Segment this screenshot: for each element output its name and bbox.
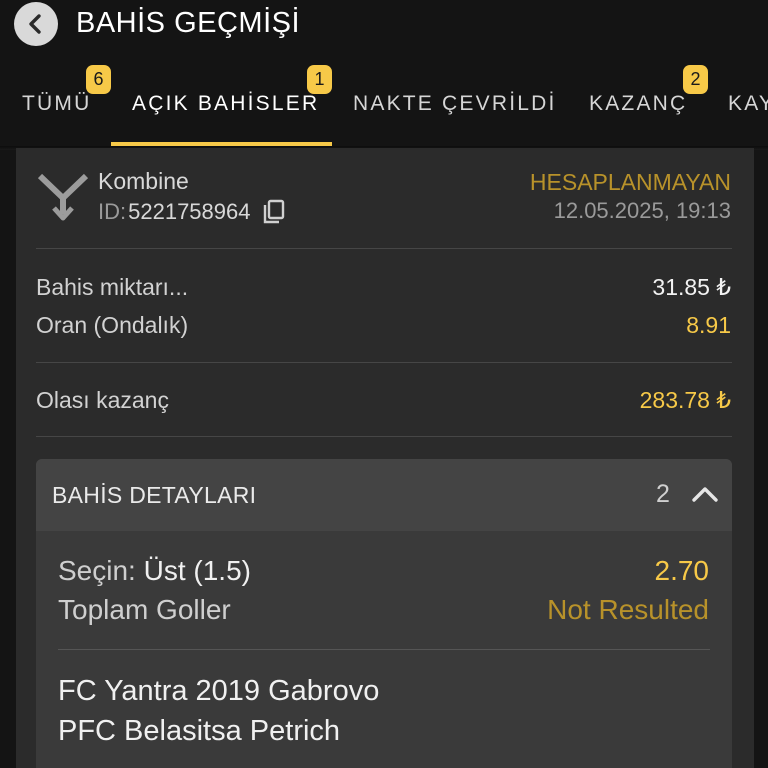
- back-button[interactable]: [14, 2, 58, 46]
- selection-result: Not Resulted: [547, 594, 709, 625]
- selection-row: Seçin: Üst (1.5): [58, 554, 251, 588]
- bet-id: 5221758964: [128, 199, 251, 224]
- tab-open-bets[interactable]: AÇIK BAHİSLER: [132, 90, 319, 118]
- divider: [36, 362, 732, 363]
- away-team: PFC Belasitsa Petrich: [58, 715, 341, 747]
- potential-win-value: 283.78 ₺: [639, 387, 731, 413]
- tab-label: KAZANÇ: [589, 92, 688, 115]
- divider: [36, 436, 732, 437]
- tab-label: KAY: [728, 92, 768, 115]
- tab-cashed-out[interactable]: NAKTE ÇEVRİLDİ: [353, 90, 557, 118]
- divider: [36, 248, 732, 249]
- potential-win-label: Olası kazanç: [36, 387, 169, 413]
- chevron-left-icon: [29, 14, 41, 34]
- app-header: BAHİS GEÇMİŞİ: [0, 0, 768, 46]
- bet-id-row: ID: 5221758964: [98, 198, 286, 226]
- bet-status: HESAPLANMAYAN: [529, 169, 731, 195]
- market-name: Toplam Goller: [58, 594, 231, 625]
- stake-label: Bahis miktarı...: [36, 274, 189, 300]
- bet-date: 12.05.2025, 19:13: [553, 198, 731, 223]
- tab-won[interactable]: KAZANÇ: [589, 90, 687, 118]
- combo-bet-icon: [37, 173, 89, 221]
- bet-details-title: BAHİS DETAYLARI: [52, 482, 257, 508]
- bet-id-prefix: ID:: [98, 199, 127, 224]
- bet-type: Kombine: [98, 168, 189, 194]
- tab-badge-open-bets: 1: [307, 65, 332, 94]
- stake-value: 31.85 ₺: [652, 274, 731, 300]
- divider: [58, 649, 710, 650]
- tab-label: AÇIK BAHİSLER: [132, 92, 320, 115]
- tab-badge-won: 2: [683, 65, 708, 94]
- tab-all[interactable]: TÜMÜ: [22, 90, 91, 118]
- tab-label: TÜMÜ: [22, 92, 92, 115]
- copy-icon[interactable]: [262, 199, 286, 225]
- page-title: BAHİS GEÇMİŞİ: [76, 7, 301, 39]
- tab-lost[interactable]: KAY: [728, 90, 768, 118]
- tab-label: NAKTE ÇEVRİLDİ: [353, 92, 557, 115]
- bet-details-header[interactable]: BAHİS DETAYLARI 2: [36, 459, 732, 531]
- selection-value: Üst (1.5): [143, 555, 251, 586]
- tab-bar: TÜMÜ 6 AÇIK BAHİSLER 1 NAKTE ÇEVRİLDİ KA…: [0, 60, 768, 148]
- odds-value: 8.91: [686, 312, 731, 338]
- selection-count: 2: [656, 480, 670, 508]
- home-team: FC Yantra 2019 Gabrovo: [58, 675, 380, 707]
- odds-label: Oran (Ondalık): [36, 312, 189, 338]
- selection-odds: 2.70: [654, 555, 710, 586]
- tab-badge-all: 6: [86, 65, 111, 94]
- selection-prefix: Seçin:: [58, 555, 136, 586]
- chevron-up-icon[interactable]: [691, 481, 719, 507]
